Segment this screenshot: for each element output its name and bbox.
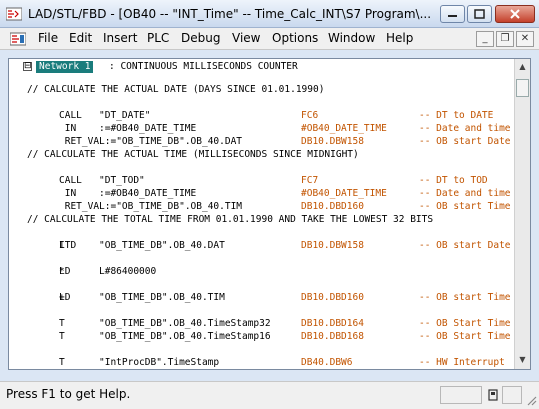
code-line[interactable]: T "OB_TIME_DB".OB_40.TimeStamp16 DB10.DBD1… [9,317,511,342]
status-help-text: Press F1 to get Help. [6,387,131,401]
code-line[interactable]: RET_VAL:="OB_TIME_DB".OB_40.TIM DB10.DBD1… [9,187,511,212]
maximize-button[interactable] [467,5,492,23]
menu-file[interactable]: File [38,31,58,45]
status-indicator-icon [488,389,498,401]
close-icon [510,9,520,19]
code-line[interactable]: T "OB_TIME_DB".OB_40.TimeStamp32 DB10.DBD1… [9,304,511,329]
close-button[interactable] [495,5,535,23]
scroll-thumb[interactable] [516,79,529,97]
code-line[interactable]: CALL "DT_TOD" FC7 -- DT to TOD [9,161,488,186]
scroll-up-arrow-icon[interactable]: ▲ [517,60,528,74]
maximize-icon [474,9,485,19]
status-panel [440,386,482,404]
menu-options[interactable]: Options [272,31,318,45]
mdi-minimize-button[interactable]: _ [476,31,494,47]
menu-insert[interactable]: Insert [103,31,137,45]
scroll-down-arrow-icon[interactable]: ▼ [517,353,528,367]
code-line[interactable]: IN:=#OB40_DATE_TIME #OB40_DATE_TIME -- Dat… [9,109,511,134]
menu-view[interactable]: View [232,31,260,45]
menu-plc[interactable]: PLC [147,31,169,45]
minimize-button[interactable] [440,5,465,23]
lad-stl-fbd-app-icon[interactable] [6,7,22,21]
close-icon: ✕ [520,33,530,44]
document-menu-icon[interactable] [10,32,26,46]
minimize-icon [448,15,457,17]
status-panel [502,386,522,404]
mdi-close-button[interactable]: ✕ [516,31,534,47]
stl-editor[interactable]: ⊟ Network 1 : CONTINUOUS MILLISECONDS CO… [8,58,531,370]
code-line[interactable]: L "OB_TIME_DB".OB_40.DAT DB10.DBW158 -- OB … [9,226,511,251]
network-label[interactable]: Network 1 [36,61,94,73]
window-title: LAD/STL/FBD - [OB40 -- "INT_Time" -- Tim… [28,7,432,21]
menu-help[interactable]: Help [386,31,413,45]
network-collapse-toggle[interactable]: ⊟ [23,62,32,71]
menu-window[interactable]: Window [328,31,375,45]
title-bar[interactable]: LAD/STL/FBD - [OB40 -- "INT_Time" -- Tim… [0,0,539,28]
code-line[interactable]: CALL "DT_DATE" FC6 -- DT to DATE [9,96,493,121]
mdi-restore-button[interactable]: ❐ [496,31,514,47]
resize-grip-icon[interactable] [525,394,537,406]
menu-edit[interactable]: Edit [69,31,92,45]
status-bar: Press F1 to get Help. [0,381,539,409]
code-line[interactable]: IN:=#OB40_DATE_TIME #OB40_DATE_TIME -- Dat… [9,174,511,199]
menu-debug[interactable]: Debug [181,31,220,45]
minimize-icon: _ [482,33,488,44]
menu-bar: File Edit Insert PLC Debug View Options … [0,28,539,50]
restore-icon: ❐ [500,33,510,44]
code-line[interactable]: T "IntProcDB".TimeStamp DB40.DBW6 -- HW Int… [9,343,505,368]
network-title[interactable]: : CONTINUOUS MILLISECONDS COUNTER [109,61,298,73]
code-line[interactable]: L "OB_TIME_DB".OB_40.TIM DB10.DBD160 -- OB … [9,278,511,303]
code-line[interactable]: L L#86400000 [9,252,156,277]
code-line[interactable]: RET_VAL:="OB_TIME_DB".OB_40.DAT DB10.DBW1… [9,122,511,147]
vertical-scrollbar[interactable]: ▲ ▼ [514,59,530,369]
